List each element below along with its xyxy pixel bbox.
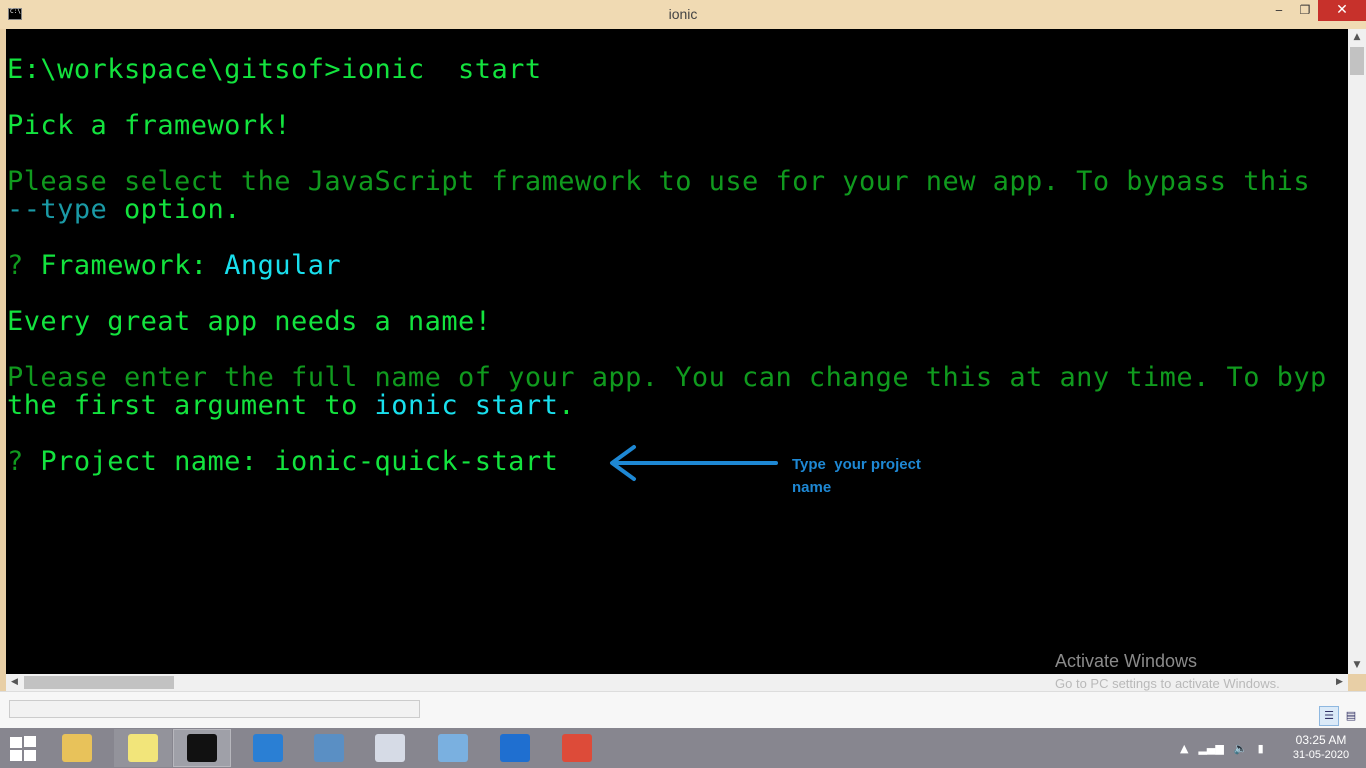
mail-icon: [500, 734, 530, 762]
console-line: Every great app needs a name!: [7, 308, 491, 336]
clock-time: 03:25 AM: [1295, 733, 1347, 747]
vscode-icon: [253, 734, 283, 762]
battery-icon[interactable]: ▮: [1258, 742, 1264, 755]
console-line: Pick a framework!: [7, 112, 291, 140]
horizontal-scroll-thumb[interactable]: [24, 676, 174, 689]
console-output[interactable]: E:\workspace\gitsof>ionic start Pick a fr…: [6, 29, 1348, 674]
window-title: ionic: [668, 6, 698, 22]
console-line: E:\workspace\gitsof>ionic start: [7, 56, 542, 84]
details-view-icon[interactable]: ▤: [1341, 706, 1361, 726]
console-text-segment: the first argument to: [7, 390, 375, 421]
list-view-icon[interactable]: ☰: [1319, 706, 1339, 726]
activate-windows-title: Activate Windows: [1055, 651, 1198, 671]
start-button[interactable]: [10, 736, 38, 762]
console-text-segment: ?: [7, 446, 41, 477]
clock-date: 31-05-2020: [1292, 749, 1350, 761]
taskbar-item[interactable]: [548, 729, 606, 767]
console-text-segment: Angular: [224, 250, 342, 281]
minimize-button[interactable]: ‒: [1266, 0, 1292, 21]
console-text-segment: ionic start: [374, 390, 559, 421]
status-field: [9, 700, 420, 718]
command-prompt-icon: [187, 734, 217, 762]
windows-logo-icon: [10, 737, 22, 748]
taskbar-item[interactable]: [48, 729, 106, 767]
console-text-segment: Every great app needs a name!: [7, 306, 492, 337]
annotation-text: Type your project name: [792, 456, 921, 496]
taskbar-item[interactable]: [424, 729, 482, 767]
clock[interactable]: 03:25 AM 31-05-2020: [1288, 733, 1354, 763]
volume-icon[interactable]: 🔈: [1234, 742, 1248, 755]
console-window: ionic ‒ ❐ ✕ E:\workspace\gitsof>ionic st…: [0, 0, 1366, 728]
taskbar-item[interactable]: [114, 729, 172, 767]
console-text-segment: Please select the JavaScript framework t…: [7, 166, 1311, 197]
taskbar: ▲ ▂▄▆ 🔈 ▮ 03:25 AM 31-05-2020: [0, 728, 1366, 768]
taskbar-item[interactable]: [361, 729, 419, 767]
taskbar-item[interactable]: [239, 729, 297, 767]
console-text-segment: .: [558, 390, 576, 421]
network-icon[interactable]: ▂▄▆: [1198, 742, 1223, 755]
restore-button[interactable]: ❐: [1292, 0, 1318, 21]
vertical-scrollbar[interactable]: ▲ ▼: [1348, 29, 1366, 674]
taskbar-item[interactable]: [486, 729, 544, 767]
console-line: the first argument to ionic start.: [7, 392, 575, 420]
console-text-segment: option.: [107, 194, 241, 225]
status-strip: ☰ ▤: [0, 691, 1366, 728]
console-line: ? Framework: Angular: [7, 252, 341, 280]
chrome-icon: [562, 734, 592, 762]
console-text-segment: Framework:: [40, 250, 225, 281]
console-text-segment: E:\workspace\gitsof>ionic start: [7, 54, 542, 85]
close-button[interactable]: ✕: [1318, 0, 1366, 21]
console-line: --type option.: [7, 196, 241, 224]
media-icon: [438, 734, 468, 762]
activate-windows-subtitle: Go to PC settings to activate Windows.: [1055, 676, 1280, 691]
scroll-right-icon[interactable]: ▶: [1331, 674, 1348, 691]
vertical-scroll-thumb[interactable]: [1350, 47, 1364, 75]
scroll-left-icon[interactable]: ◀: [6, 674, 23, 691]
sticky-notes-icon: [128, 734, 158, 762]
show-hidden-icons-icon[interactable]: ▲: [1180, 742, 1188, 755]
calculator-icon: [375, 734, 405, 762]
console-text-segment: Please enter the full name of your app. …: [7, 362, 1327, 393]
console-text-segment: Project name: ionic-quick-start: [40, 446, 559, 477]
console-line: Please select the JavaScript framework t…: [7, 168, 1310, 196]
console-line: ? Project name: ionic-quick-start: [7, 448, 558, 476]
scroll-up-icon[interactable]: ▲: [1348, 29, 1366, 46]
console-text-segment: Pick a framework!: [7, 110, 291, 141]
title-bar[interactable]: ionic ‒ ❐ ✕: [0, 0, 1366, 29]
file-explorer-icon: [62, 734, 92, 762]
system-tray: ▲ ▂▄▆ 🔈 ▮: [1180, 736, 1264, 760]
console-text-segment: ?: [7, 250, 41, 281]
taskbar-item[interactable]: [173, 729, 231, 767]
console-line: Please enter the full name of your app. …: [7, 364, 1327, 392]
console-text-segment: --type: [7, 194, 108, 225]
scroll-down-icon[interactable]: ▼: [1348, 657, 1366, 674]
annotation-arrow-icon: [610, 445, 778, 481]
taskbar-item[interactable]: [300, 729, 358, 767]
photo-viewer-icon: [314, 734, 344, 762]
